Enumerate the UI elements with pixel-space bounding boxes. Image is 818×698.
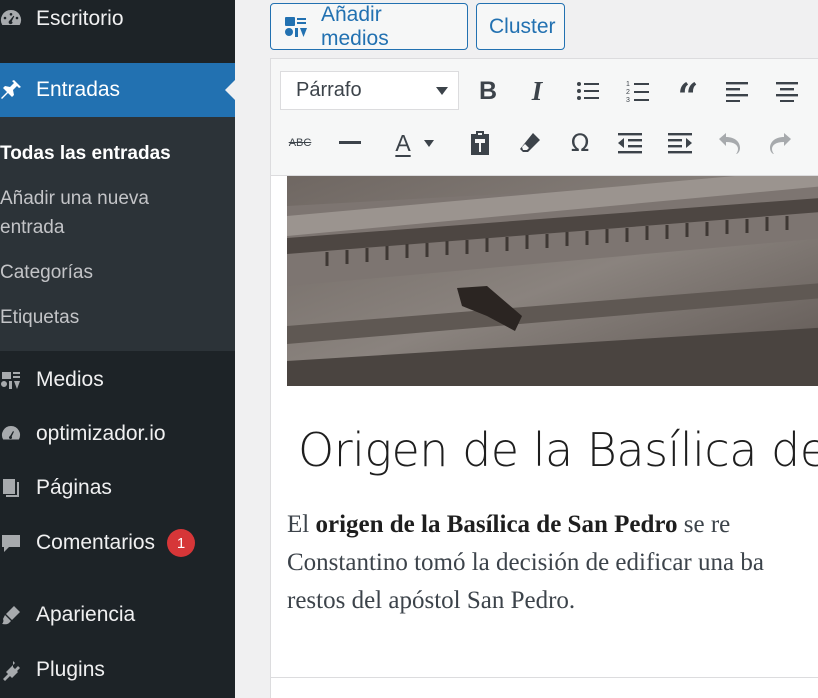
redo-icon xyxy=(770,133,791,154)
body-rest-line1: se re xyxy=(677,511,731,538)
undo-button[interactable] xyxy=(710,123,750,163)
outdent-button[interactable] xyxy=(610,123,650,163)
bold-icon: B xyxy=(478,76,498,105)
horizontal-line-button[interactable] xyxy=(330,123,370,163)
add-media-label: Añadir medios xyxy=(321,2,389,50)
numbered-list-icon: 123 xyxy=(626,81,649,103)
text-color-button[interactable]: A xyxy=(380,123,434,163)
menu-item-plugins[interactable]: Plugins xyxy=(0,650,235,690)
paste-as-text-button[interactable] xyxy=(460,123,500,163)
admin-sidebar: Escritorio Entradas Todas las entradas A… xyxy=(0,0,235,698)
strikethrough-button[interactable]: ABC xyxy=(280,123,320,163)
svg-text:2: 2 xyxy=(626,89,630,96)
bullet-list-button[interactable] xyxy=(568,71,608,111)
entradas-submenu: Todas las entradas Añadir una nueva entr… xyxy=(0,117,235,351)
post-heading: Origen de la Basílica de Sa xyxy=(298,423,818,477)
italic-button[interactable]: I xyxy=(517,71,557,111)
brush-icon xyxy=(0,604,36,626)
submenu-anadir-nueva-line2[interactable]: entrada xyxy=(0,213,64,242)
dashboard-icon xyxy=(0,8,36,30)
format-select[interactable]: Párrafo xyxy=(280,71,459,110)
undo-icon xyxy=(719,133,740,154)
classic-editor: Párrafo B I 123 “ ABC A Ω Origen de la B… xyxy=(270,58,818,698)
menu-label: Apariencia xyxy=(36,603,136,626)
outdent-icon xyxy=(618,133,642,154)
submenu-etiquetas[interactable]: Etiquetas xyxy=(0,303,79,332)
horizontal-line-icon xyxy=(339,141,361,144)
menu-label: Medios xyxy=(36,368,104,391)
body-bold-keyword: origen de la Basílica de San Pedro xyxy=(315,511,678,538)
omega-icon: Ω xyxy=(570,129,590,157)
cluster-button[interactable]: Cluster xyxy=(476,3,565,50)
editor-toolbar: Párrafo B I 123 “ ABC A Ω xyxy=(271,59,818,176)
editor-content[interactable]: Origen de la Basílica de Sa El origen de… xyxy=(271,176,818,676)
align-left-button[interactable] xyxy=(717,71,757,111)
align-center-button[interactable] xyxy=(767,71,807,111)
italic-icon: I xyxy=(531,75,543,106)
numbered-list-button[interactable]: 123 xyxy=(618,71,658,111)
format-select-value: Párrafo xyxy=(296,79,362,101)
chevron-down-icon xyxy=(436,87,448,95)
align-center-icon xyxy=(776,82,798,102)
menu-label: Plugins xyxy=(36,658,105,681)
body-line3: restos del apóstol San Pedro. xyxy=(287,587,576,614)
media-icon xyxy=(283,15,309,39)
post-image xyxy=(287,176,818,386)
redo-button[interactable] xyxy=(760,123,800,163)
editor-statusbar xyxy=(271,677,818,698)
submenu-anadir-nueva-line1[interactable]: Añadir una nueva xyxy=(0,184,149,213)
svg-text:1: 1 xyxy=(626,81,630,88)
basilica-facade-image xyxy=(287,176,818,386)
submenu-todas-las-entradas[interactable]: Todas las entradas xyxy=(0,139,171,168)
menu-label: Escritorio xyxy=(36,7,124,30)
special-character-button[interactable]: Ω xyxy=(560,123,600,163)
text-color-label: A xyxy=(395,130,411,156)
gauge-icon xyxy=(0,423,36,445)
menu-item-escritorio[interactable]: Escritorio xyxy=(0,0,235,38)
eraser-icon xyxy=(520,133,540,152)
menu-item-apariencia[interactable]: Apariencia xyxy=(0,595,235,635)
bullet-list-icon xyxy=(577,82,599,100)
menu-item-medios[interactable]: Medios xyxy=(0,360,235,400)
blockquote-button[interactable]: “ xyxy=(668,71,708,115)
pin-icon xyxy=(0,79,36,101)
comment-count-badge: 1 xyxy=(167,529,196,557)
plug-icon xyxy=(0,659,36,681)
text-color-icon: A xyxy=(395,130,411,156)
menu-item-entradas[interactable]: Entradas xyxy=(0,63,235,117)
body-prefix: El xyxy=(287,511,316,538)
submenu-categorias[interactable]: Categorías xyxy=(0,258,93,287)
align-left-icon xyxy=(726,82,748,102)
quote-icon: “ xyxy=(677,76,699,118)
indent-icon xyxy=(668,133,692,154)
indent-button[interactable] xyxy=(660,123,700,163)
comment-icon xyxy=(0,532,36,554)
menu-label: optimizador.io xyxy=(36,422,166,445)
menu-label: Entradas xyxy=(36,78,121,101)
page-icon xyxy=(0,477,36,499)
clipboard-icon xyxy=(471,131,489,155)
media-icon xyxy=(0,369,36,391)
menu-item-optimizador[interactable]: optimizador.io xyxy=(0,414,235,454)
menu-label: Páginas xyxy=(36,476,112,499)
post-paragraph: El origen de la Basílica de San Pedro se… xyxy=(287,506,818,620)
body-line2: Constantino tomó la decisión de edificar… xyxy=(287,549,764,576)
menu-item-paginas[interactable]: Páginas xyxy=(0,468,235,508)
add-media-button[interactable]: Añadir medios xyxy=(270,3,468,50)
cluster-label: Cluster xyxy=(489,14,556,38)
svg-text:3: 3 xyxy=(626,97,630,103)
clear-formatting-button[interactable] xyxy=(510,123,550,163)
bold-button[interactable]: B xyxy=(468,71,508,111)
menu-label: Comentarios xyxy=(36,531,156,554)
menu-item-comentarios[interactable]: Comentarios 1 xyxy=(0,523,235,563)
chevron-down-icon xyxy=(424,140,434,147)
strikethrough-icon: ABC xyxy=(288,137,312,149)
